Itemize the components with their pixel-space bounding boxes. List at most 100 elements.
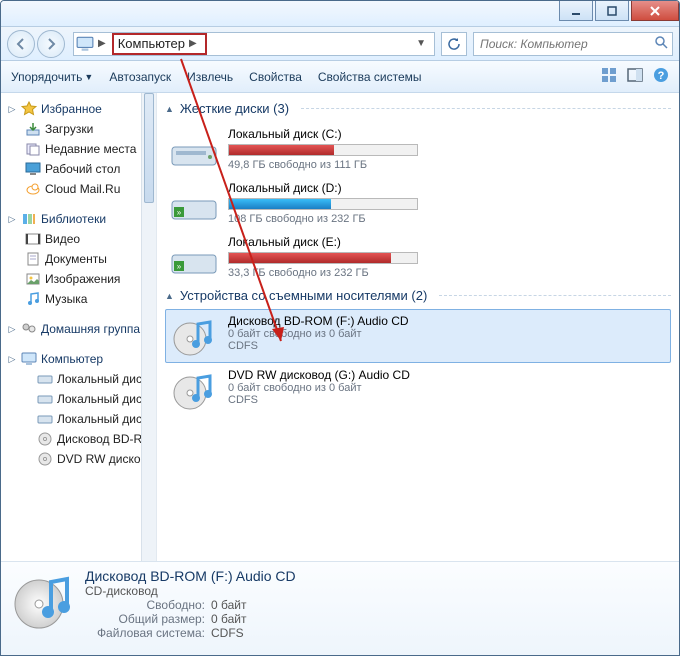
toolbar-label: Автозапуск bbox=[109, 70, 171, 84]
toolbar: Упорядочить▼ Автозапуск Извлечь Свойства… bbox=[1, 61, 679, 93]
toolbar-eject[interactable]: Извлечь bbox=[187, 70, 233, 84]
close-button[interactable] bbox=[631, 1, 679, 21]
breadcrumb[interactable]: ▶ Компьютер ▶ ▼ bbox=[73, 32, 435, 56]
search-box[interactable] bbox=[473, 32, 673, 56]
details-free-val: 0 байт bbox=[211, 598, 246, 612]
preview-pane-button[interactable] bbox=[627, 67, 643, 86]
sidebar-item-drive-d[interactable]: Локальный диск bbox=[7, 389, 156, 409]
toolbar-autoplay[interactable]: Автозапуск bbox=[109, 70, 171, 84]
svg-text:»: » bbox=[177, 208, 182, 217]
drive-sub: 108 ГБ свободно из 232 ГБ bbox=[228, 213, 666, 225]
section-divider bbox=[439, 295, 671, 296]
details-total-val: 0 байт bbox=[211, 612, 246, 626]
drive-title: Локальный диск (E:) bbox=[228, 235, 666, 249]
drive-icon bbox=[37, 411, 53, 427]
drive-sub: 33,3 ГБ свободно из 232 ГБ bbox=[228, 267, 666, 279]
video-icon bbox=[25, 231, 41, 247]
space-bar bbox=[228, 252, 418, 264]
chevron-down-icon: ▼ bbox=[84, 72, 93, 82]
sidebar-item-dvdrw[interactable]: DVD RW дисково bbox=[7, 449, 156, 469]
recent-icon bbox=[25, 141, 41, 157]
drive-c[interactable]: Локальный диск (C:) 49,8 ГБ свободно из … bbox=[165, 122, 671, 176]
drive-dvdrw-g[interactable]: DVD RW дисковод (G:) Audio CD 0 байт сво… bbox=[165, 363, 671, 417]
details-fs-label: Файловая система: bbox=[85, 626, 205, 640]
breadcrumb-item-computer[interactable]: Компьютер ▶ bbox=[112, 33, 207, 55]
maximize-button[interactable] bbox=[595, 1, 629, 21]
drive-sub: 0 байт свободно из 0 байт bbox=[228, 328, 666, 340]
audio-cd-icon bbox=[11, 568, 75, 649]
sidebar-label: Домашняя группа bbox=[41, 322, 140, 336]
item-label: Недавние места bbox=[45, 142, 136, 156]
sidebar-item-bdrom[interactable]: Дисковод BD-RO bbox=[7, 429, 156, 449]
computer-icon bbox=[21, 351, 37, 367]
sidebar-item-downloads[interactable]: Загрузки bbox=[7, 119, 156, 139]
search-icon bbox=[654, 35, 668, 52]
caret-icon: ▷ bbox=[7, 214, 17, 225]
sidebar-item-music[interactable]: Музыка bbox=[7, 289, 156, 309]
sidebar-favorites-header[interactable]: ▷Избранное bbox=[7, 99, 156, 119]
toolbar-label: Свойства системы bbox=[318, 70, 422, 84]
item-label: Изображения bbox=[45, 272, 120, 286]
drive-title: DVD RW дисковод (G:) Audio CD bbox=[228, 368, 666, 382]
toolbar-label: Извлечь bbox=[187, 70, 233, 84]
scrollbar-thumb[interactable] bbox=[144, 93, 154, 203]
sidebar-item-desktop[interactable]: Рабочий стол bbox=[7, 159, 156, 179]
sidebar-libraries-header[interactable]: ▷ Библиотеки bbox=[7, 209, 156, 229]
forward-button[interactable] bbox=[37, 30, 65, 58]
drive-fs: CDFS bbox=[228, 340, 666, 352]
minimize-button[interactable] bbox=[559, 1, 593, 21]
item-label: DVD RW дисково bbox=[57, 452, 153, 466]
toolbar-sysprops[interactable]: Свойства системы bbox=[318, 70, 422, 84]
sidebar-item-drive-e[interactable]: Локальный диск bbox=[7, 409, 156, 429]
sidebar: ▷Избранное Загрузки Недавние места Рабоч… bbox=[1, 93, 157, 561]
computer-icon bbox=[76, 35, 94, 53]
sidebar-item-pictures[interactable]: Изображения bbox=[7, 269, 156, 289]
toolbar-organize[interactable]: Упорядочить▼ bbox=[11, 70, 93, 84]
music-icon bbox=[25, 291, 41, 307]
desktop-icon bbox=[25, 161, 41, 177]
sidebar-label: Библиотеки bbox=[41, 212, 106, 226]
sidebar-item-cloudmail[interactable]: Cloud Mail.Ru bbox=[7, 179, 156, 199]
item-label: Документы bbox=[45, 252, 107, 266]
section-count: (3) bbox=[273, 101, 289, 116]
view-options-button[interactable] bbox=[601, 67, 617, 86]
disc-icon bbox=[37, 431, 53, 447]
sidebar-computer-header[interactable]: ▷Компьютер bbox=[7, 349, 156, 369]
drive-sub: 49,8 ГБ свободно из 111 ГБ bbox=[228, 159, 666, 171]
caret-icon: ▷ bbox=[7, 354, 17, 365]
space-bar bbox=[228, 144, 418, 156]
sidebar-label: Избранное bbox=[41, 102, 102, 116]
item-label: Локальный диск bbox=[57, 412, 147, 426]
audio-cd-icon bbox=[170, 368, 220, 412]
space-bar bbox=[228, 198, 418, 210]
sidebar-homegroup-header[interactable]: ▷Домашняя группа bbox=[7, 319, 156, 339]
help-button[interactable]: ? bbox=[653, 67, 669, 86]
back-button[interactable] bbox=[7, 30, 35, 58]
section-hdd-header[interactable]: ▲ Жесткие диски (3) bbox=[165, 101, 671, 116]
sidebar-item-recent[interactable]: Недавние места bbox=[7, 139, 156, 159]
drive-fs: CDFS bbox=[228, 394, 666, 406]
drive-e[interactable]: » Локальный диск (E:) 33,3 ГБ свободно и… bbox=[165, 230, 671, 284]
drive-d[interactable]: » Локальный диск (D:) 108 ГБ свободно из… bbox=[165, 176, 671, 230]
refresh-button[interactable] bbox=[441, 32, 467, 56]
sidebar-item-drive-c[interactable]: Локальный диск bbox=[7, 369, 156, 389]
sidebar-item-video[interactable]: Видео bbox=[7, 229, 156, 249]
toolbar-properties[interactable]: Свойства bbox=[249, 70, 302, 84]
titlebar bbox=[1, 1, 679, 27]
sidebar-scrollbar[interactable] bbox=[141, 93, 156, 561]
drive-bdrom-f[interactable]: Дисковод BD-ROM (F:) Audio CD 0 байт сво… bbox=[165, 309, 671, 363]
hdd-icon: » bbox=[170, 235, 220, 279]
details-type: CD-дисковод bbox=[85, 584, 296, 598]
hdd-icon bbox=[170, 127, 220, 171]
chevron-down-icon[interactable]: ▼ bbox=[410, 38, 432, 49]
explorer-window: ▶ Компьютер ▶ ▼ Упорядочить▼ Автозапуск … bbox=[0, 0, 680, 656]
section-title-label: Устройства со съемными носителями bbox=[180, 288, 408, 303]
hdd-icon: » bbox=[170, 181, 220, 225]
sidebar-item-documents[interactable]: Документы bbox=[7, 249, 156, 269]
drive-icon bbox=[37, 371, 53, 387]
section-removable-header[interactable]: ▲ Устройства со съемными носителями (2) bbox=[165, 288, 671, 303]
section-divider bbox=[301, 108, 671, 109]
item-label: Загрузки bbox=[45, 122, 93, 136]
homegroup-icon bbox=[21, 321, 37, 337]
search-input[interactable] bbox=[478, 36, 650, 52]
